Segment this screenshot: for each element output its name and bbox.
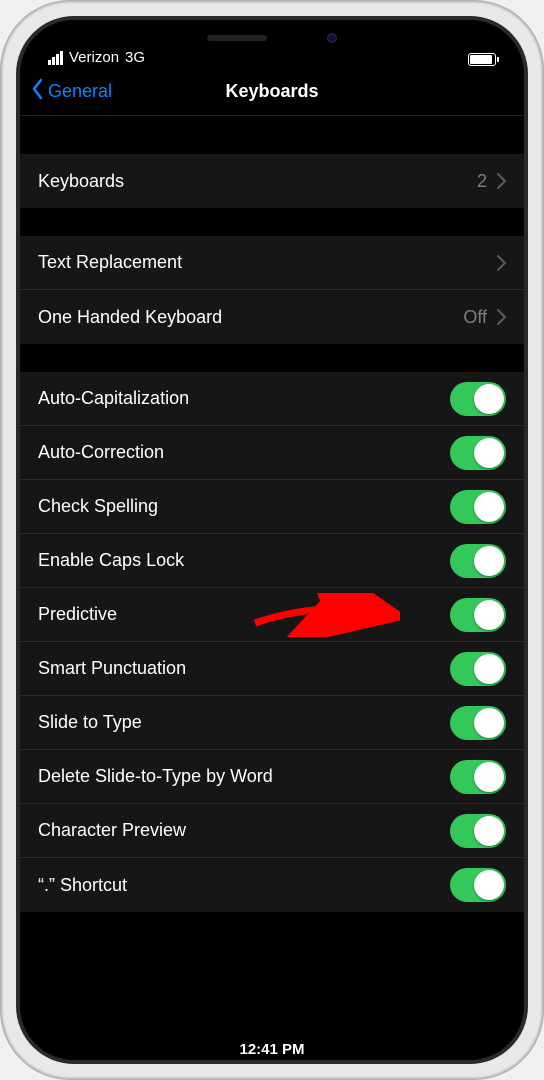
text-replacement-label: Text Replacement (38, 252, 182, 273)
toggle-switch[interactable] (450, 814, 506, 848)
back-button[interactable]: General (30, 78, 112, 105)
toggle-group: Auto-Capitalization Auto-Correction Check … (20, 372, 524, 912)
one-handed-value: Off (463, 307, 487, 328)
toggle-switch[interactable] (450, 868, 506, 902)
carrier-label: Verizon (69, 49, 119, 66)
toggle-row-auto-correction: Auto-Correction (20, 426, 524, 480)
page-title: Keyboards (225, 81, 318, 102)
toggle-switch[interactable] (450, 598, 506, 632)
front-camera (327, 33, 337, 43)
speaker-grill (207, 35, 267, 41)
toggle-label: Auto-Correction (38, 442, 164, 463)
toggle-row-predictive: Predictive (20, 588, 524, 642)
text-replacement-row[interactable]: Text Replacement (20, 236, 524, 290)
toggle-row-delete-slide-to-type-by-word: Delete Slide-to-Type by Word (20, 750, 524, 804)
toggle-label: “.” Shortcut (38, 875, 127, 896)
toggle-switch[interactable] (450, 382, 506, 416)
toggle-label: Predictive (38, 604, 117, 625)
toggle-label: Check Spelling (38, 496, 158, 517)
keyboards-group: Keyboards 2 (20, 154, 524, 208)
text-group: Text Replacement One Handed Keyboard Off (20, 236, 524, 344)
toggle-label: Slide to Type (38, 712, 142, 733)
toggle-switch[interactable] (450, 544, 506, 578)
toggle-switch[interactable] (450, 490, 506, 524)
keyboards-label: Keyboards (38, 171, 124, 192)
toggle-row-character-preview: Character Preview (20, 804, 524, 858)
toggle-label: Smart Punctuation (38, 658, 186, 679)
toggle-label: Character Preview (38, 820, 186, 841)
status-right (468, 53, 496, 66)
phone-notch (162, 20, 382, 56)
callout-arrow-icon (250, 593, 400, 637)
toggle-row-slide-to-type: Slide to Type (20, 696, 524, 750)
chevron-right-icon (497, 255, 506, 271)
phone-bezel: Verizon 3G 12:41 PM General Keyboards (16, 16, 528, 1064)
toggle-label: Enable Caps Lock (38, 550, 184, 571)
clock: 12:41 PM (239, 1041, 304, 1058)
toggle-row-auto-capitalization: Auto-Capitalization (20, 372, 524, 426)
one-handed-row[interactable]: One Handed Keyboard Off (20, 290, 524, 344)
chevron-right-icon (497, 173, 506, 189)
toggle-switch[interactable] (450, 706, 506, 740)
status-left: Verizon 3G (48, 49, 145, 66)
toggle-row-enable-caps-lock: Enable Caps Lock (20, 534, 524, 588)
toggle-row-smart-punctuation: Smart Punctuation (20, 642, 524, 696)
battery-icon (468, 53, 496, 66)
content[interactable]: Keyboards 2 Text Replacement (20, 154, 524, 912)
toggle-switch[interactable] (450, 652, 506, 686)
keyboards-row[interactable]: Keyboards 2 (20, 154, 524, 208)
screen: Verizon 3G 12:41 PM General Keyboards (20, 20, 524, 1060)
one-handed-label: One Handed Keyboard (38, 307, 222, 328)
toggle-switch[interactable] (450, 436, 506, 470)
keyboards-count: 2 (477, 171, 487, 192)
nav-bar: General Keyboards (20, 68, 524, 116)
chevron-right-icon (497, 309, 506, 325)
signal-icon (48, 51, 63, 65)
toggle-row-check-spelling: Check Spelling (20, 480, 524, 534)
chevron-left-icon (30, 78, 48, 105)
back-label: General (48, 81, 112, 102)
toggle-switch[interactable] (450, 760, 506, 794)
phone-frame: Verizon 3G 12:41 PM General Keyboards (0, 0, 544, 1080)
toggle-label: Delete Slide-to-Type by Word (38, 766, 273, 787)
toggle-label: Auto-Capitalization (38, 388, 189, 409)
network-label: 3G (125, 49, 145, 66)
toggle-row--shortcut: “.” Shortcut (20, 858, 524, 912)
